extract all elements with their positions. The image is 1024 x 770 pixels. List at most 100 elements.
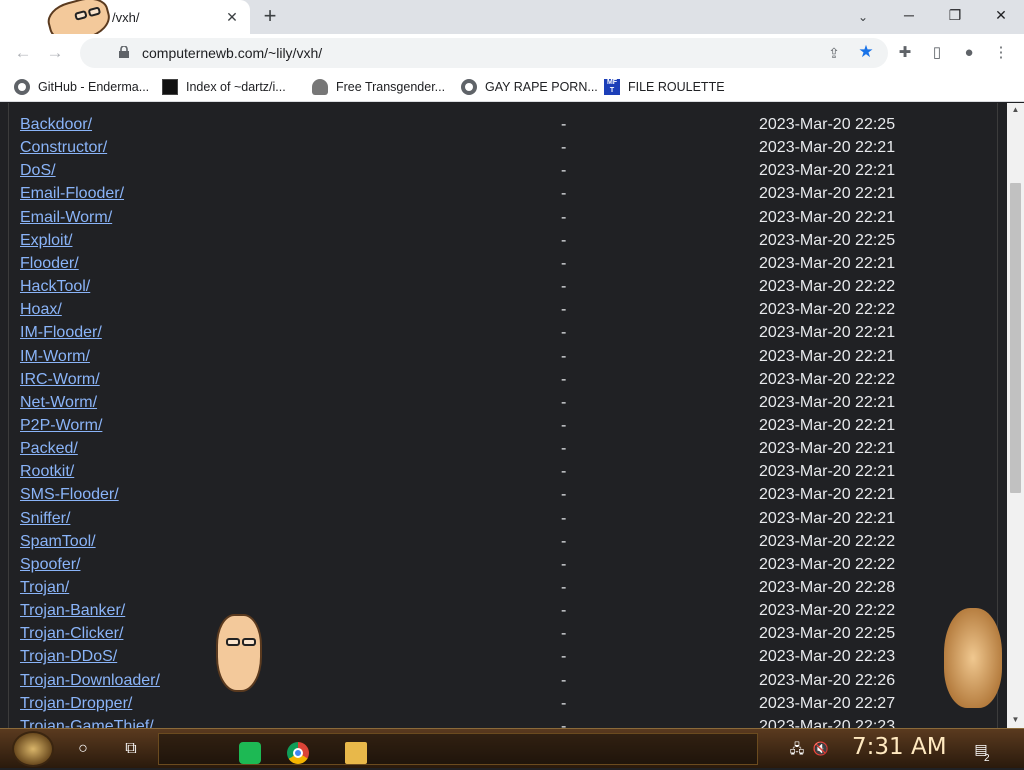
directory-link[interactable]: Sniffer/	[20, 510, 70, 528]
size-cell: -	[561, 671, 567, 689]
menu-kebab-icon[interactable]: ⋮	[990, 42, 1012, 64]
directory-link[interactable]: Trojan-Banker/	[20, 602, 125, 620]
profile-avatar-icon[interactable]: ●	[958, 42, 980, 64]
modified-date-cell: 2023-Mar-20 22:23	[759, 717, 896, 728]
table-row: Rootkit/ - 2023-Mar-20 22:21	[20, 463, 990, 486]
bookmark-file-roulette[interactable]: MF T FILE ROULETTE	[604, 77, 725, 97]
vertical-scrollbar[interactable]: ▲ ▼	[1007, 103, 1024, 728]
minimize-button[interactable]: ─	[886, 0, 932, 30]
size-cell: -	[561, 116, 567, 133]
directory-link[interactable]: HackTool/	[20, 278, 90, 296]
size-cell: -	[561, 579, 567, 596]
size-cell: -	[561, 139, 567, 157]
directory-link[interactable]: Email-Worm/	[20, 209, 112, 227]
size-cell: -	[561, 162, 567, 180]
share-icon[interactable]: ⇪	[824, 43, 844, 63]
directory-link[interactable]: Trojan-Clicker/	[20, 625, 123, 643]
browser-toolbar: ← → computernewb.com/~lily/vxh/ ⇪ ★ ✚ ▯ …	[0, 34, 1024, 72]
notification-center-icon[interactable]: ▤ 2	[970, 738, 992, 764]
hamster-buddy-icon	[944, 608, 1002, 708]
modified-date-cell: 2023-Mar-20 22:28	[759, 579, 896, 596]
size-cell: -	[561, 254, 567, 272]
directory-link[interactable]: Spoofer/	[20, 556, 80, 574]
taskbar-apps	[158, 733, 758, 765]
extensions-puzzle-icon[interactable]: ✚	[894, 42, 916, 64]
directory-link[interactable]: Rootkit/	[20, 463, 74, 481]
size-cell: -	[561, 231, 567, 249]
directory-link[interactable]: Trojan-Dropper/	[20, 695, 132, 713]
table-row: Trojan-GameThief/ - 2023-Mar-20 22:23	[20, 718, 990, 728]
notification-count: 2	[984, 753, 990, 764]
close-window-button[interactable]: ✕	[978, 0, 1024, 30]
directory-link[interactable]: IM-Worm/	[20, 348, 90, 366]
directory-link[interactable]: Constructor/	[20, 139, 107, 157]
size-cell: -	[561, 625, 567, 643]
bookmark-index-dartz[interactable]: Index of ~dartz/i...	[162, 77, 286, 97]
directory-link[interactable]: Backdoor/	[20, 116, 92, 134]
scrollbar-thumb[interactable]	[1010, 183, 1021, 493]
directory-link[interactable]: IRC-Worm/	[20, 371, 100, 389]
directory-link[interactable]: Flooder/	[20, 255, 79, 273]
table-row: Hoax/ - 2023-Mar-20 22:22	[20, 301, 990, 324]
scroll-down-arrow-icon[interactable]: ▼	[1007, 713, 1024, 727]
restore-button[interactable]: ❐	[932, 0, 978, 30]
size-cell: -	[561, 301, 567, 319]
spotify-icon[interactable]	[239, 742, 261, 764]
modified-date-cell: 2023-Mar-20 22:21	[759, 347, 896, 365]
modified-date-cell: 2023-Mar-20 22:25	[759, 625, 896, 643]
directory-link[interactable]: Hoax/	[20, 301, 62, 319]
directory-link[interactable]: SMS-Flooder/	[20, 486, 119, 504]
address-bar[interactable]: computernewb.com/~lily/vxh/ ⇪ ★	[80, 38, 888, 68]
bookmark-github[interactable]: GitHub - Enderma...	[14, 77, 149, 97]
modified-date-cell: 2023-Mar-20 22:23	[759, 648, 896, 666]
table-row: HackTool/ - 2023-Mar-20 22:22	[20, 278, 990, 301]
directory-link[interactable]: Trojan-DDoS/	[20, 648, 117, 666]
tab-strip: /vxh/ ✕ + ⌄ ─ ❐ ✕	[0, 0, 1024, 48]
file-explorer-icon[interactable]	[345, 742, 367, 764]
active-tab[interactable]: /vxh/ ✕	[0, 0, 250, 48]
directory-link[interactable]: Net-Worm/	[20, 394, 97, 412]
size-cell: -	[561, 347, 567, 365]
table-row: Spoofer/ - 2023-Mar-20 22:22	[20, 556, 990, 579]
directory-link[interactable]: IM-Flooder/	[20, 324, 102, 342]
directory-link[interactable]: Email-Flooder/	[20, 185, 124, 203]
new-tab-button[interactable]: +	[258, 5, 282, 29]
tab-search-chevron-icon[interactable]: ⌄	[852, 6, 874, 28]
url-text[interactable]: computernewb.com/~lily/vxh/	[142, 45, 322, 61]
task-view-icon[interactable]: ⧉	[120, 738, 142, 760]
modified-date-cell: 2023-Mar-20 22:22	[759, 278, 896, 296]
size-cell: -	[561, 555, 567, 573]
directory-listing: Backdoor/ - 2023-Mar-20 22:25 Constructor/ -…	[8, 103, 998, 728]
taskbar-clock[interactable]: 7:31 AM	[852, 734, 947, 760]
scroll-up-arrow-icon[interactable]: ▲	[1007, 103, 1024, 117]
forward-arrow-icon[interactable]: →	[44, 42, 66, 64]
chrome-icon[interactable]	[287, 742, 309, 764]
table-row: Net-Worm/ - 2023-Mar-20 22:21	[20, 394, 990, 417]
volume-muted-icon[interactable]: 🔇	[810, 738, 832, 760]
directory-link[interactable]: Trojan-GameThief/	[20, 718, 154, 728]
directory-link[interactable]: SpamTool/	[20, 533, 96, 551]
close-tab-icon[interactable]: ✕	[222, 7, 242, 27]
table-row: Exploit/ - 2023-Mar-20 22:25	[20, 232, 990, 255]
table-row: Trojan-Clicker/ - 2023-Mar-20 22:25	[20, 625, 990, 648]
directory-link[interactable]: DoS/	[20, 162, 56, 180]
bookmark-gay-rape[interactable]: GAY RAPE PORN...	[461, 77, 598, 97]
bookmark-free-transgender[interactable]: Free Transgender...	[312, 77, 445, 97]
network-icon[interactable]: 🖧	[786, 738, 808, 760]
lock-icon[interactable]	[118, 46, 130, 58]
search-circle-icon[interactable]: ○	[72, 738, 94, 760]
side-panel-icon[interactable]: ▯	[926, 42, 948, 64]
directory-link[interactable]: Trojan/	[20, 579, 69, 597]
back-arrow-icon[interactable]: ←	[12, 42, 34, 64]
size-cell: -	[561, 694, 567, 712]
size-cell: -	[561, 648, 567, 666]
directory-link[interactable]: Packed/	[20, 440, 78, 458]
directory-link[interactable]: Exploit/	[20, 232, 72, 250]
size-cell: -	[561, 208, 567, 226]
directory-link[interactable]: Trojan-Downloader/	[20, 672, 160, 690]
directory-link[interactable]: P2P-Worm/	[20, 417, 102, 435]
table-row: Trojan-Banker/ - 2023-Mar-20 22:22	[20, 602, 990, 625]
bookmark-star-icon[interactable]: ★	[856, 42, 876, 62]
start-button[interactable]	[12, 731, 54, 767]
taskbar: ○ ⧉ 🖧 🔇 7:31 AM ▤ 2	[0, 728, 1024, 768]
